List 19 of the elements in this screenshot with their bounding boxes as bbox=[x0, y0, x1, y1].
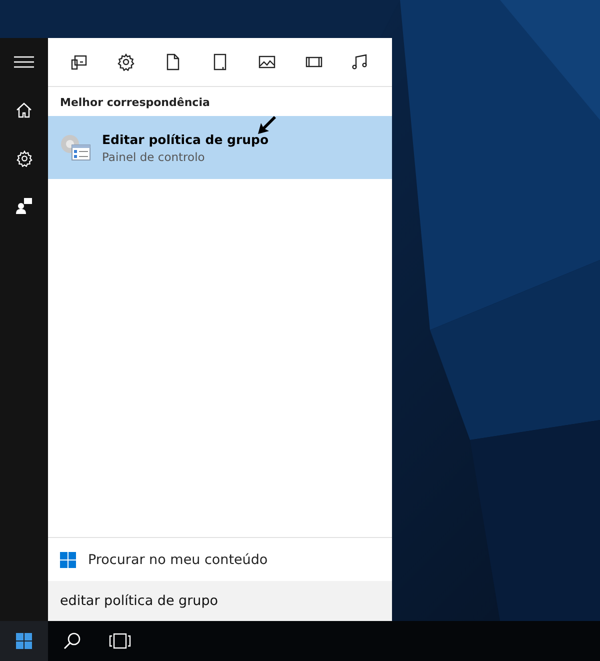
start-button[interactable] bbox=[0, 621, 48, 661]
result-subtitle: Painel de controlo bbox=[102, 150, 206, 164]
device-icon bbox=[70, 53, 88, 71]
music-icon bbox=[351, 53, 370, 71]
search-result[interactable]: Editar política de grupo Painel de controlo bbox=[48, 116, 392, 179]
windows-logo-icon bbox=[16, 633, 32, 649]
task-view-icon bbox=[109, 633, 131, 649]
person-icon bbox=[16, 198, 32, 214]
settings-icon bbox=[117, 53, 136, 71]
search-icon bbox=[63, 632, 81, 650]
arrow-icon bbox=[256, 114, 276, 134]
image-icon bbox=[258, 53, 276, 71]
search-field[interactable]: editar política de grupo bbox=[48, 581, 392, 621]
result-title: Editar política de grupo bbox=[102, 132, 269, 146]
settings-icon bbox=[16, 150, 32, 166]
home-icon bbox=[16, 102, 32, 118]
windows-logo-icon bbox=[60, 552, 76, 568]
menu-icon bbox=[14, 56, 34, 68]
section-title: Melhor correspondência bbox=[59, 95, 211, 111]
